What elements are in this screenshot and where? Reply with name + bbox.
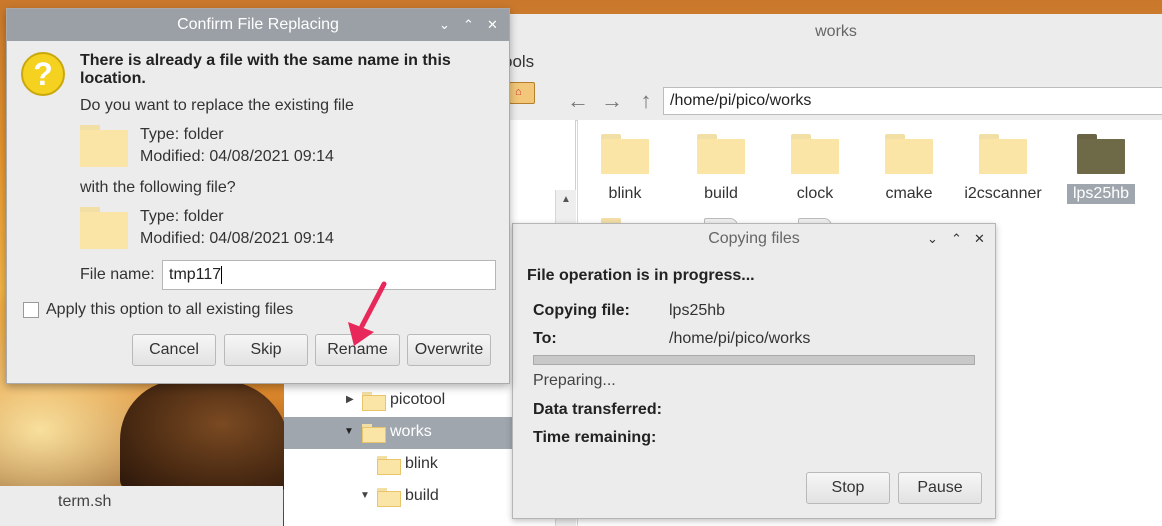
folder-icon	[80, 125, 128, 167]
tree-item[interactable]: blink	[284, 449, 512, 481]
file-item-label: clock	[796, 185, 834, 202]
minimize-icon[interactable]: ⌄	[927, 224, 938, 254]
data-transferred-label: Data transferred:	[533, 401, 662, 418]
home-folder-button[interactable]: ⌂	[509, 82, 535, 104]
folder-icon	[697, 134, 745, 174]
existing-type: Type: folder	[140, 126, 224, 143]
existing-file-info: Type: folder Modified: 04/08/2021 09:14	[140, 124, 334, 168]
time-remaining-label: Time remaining:	[533, 429, 657, 446]
tree-expander-icon[interactable]: ▼	[344, 426, 354, 437]
folder-icon	[362, 392, 386, 411]
folder-icon	[377, 456, 401, 475]
folder-tree: ▶ picotool ▼ works blink ▼ build	[284, 383, 512, 526]
scroll-up-icon[interactable]: ▲	[561, 194, 571, 205]
copy-status-text: File operation is in progress...	[527, 267, 755, 284]
file-item-label: lps25hb	[1066, 184, 1136, 204]
file-item-label: cmake	[885, 185, 933, 202]
folder-icon	[362, 424, 386, 443]
copy-to-label: To:	[533, 330, 557, 347]
confirm-headline: There is already a file with the same na…	[80, 52, 451, 87]
file-item[interactable]: build	[674, 128, 768, 204]
forward-arrow-icon: →	[601, 88, 623, 113]
tree-item-selected[interactable]: ▼ works	[284, 417, 512, 449]
tree-expander-icon[interactable]: ▼	[360, 490, 370, 501]
folder-icon	[80, 207, 128, 249]
tree-item-label: picotool	[390, 391, 446, 408]
annotation-arrow-icon	[348, 281, 387, 346]
tree-item-label: works	[390, 423, 432, 440]
back-button[interactable]: ←	[565, 88, 591, 114]
copy-to-value: /home/pi/pico/works	[669, 330, 811, 347]
file-item[interactable]: clock	[768, 128, 862, 204]
file-item-label: i2cscanner	[964, 185, 1042, 202]
folder-icon	[601, 134, 649, 174]
skip-button[interactable]: Skip	[224, 334, 308, 366]
back-arrow-icon: ←	[567, 88, 589, 113]
confirm-file-replacing-dialog: Confirm File Replacing ⌄ ⌃ ✕ ? There is …	[6, 8, 510, 384]
file-name-input[interactable]: tmp117	[162, 260, 496, 290]
text-caret	[221, 265, 223, 284]
cancel-button[interactable]: Cancel	[132, 334, 216, 366]
desktop-strip	[0, 486, 283, 526]
home-icon: ⌂	[515, 86, 522, 98]
copying-file-label: Copying file:	[533, 302, 630, 319]
file-manager-toolbar: ⌂ ← → ↑ /home/pi/pico/works	[509, 82, 1162, 121]
folder-icon	[1077, 134, 1125, 174]
desktop-file-label[interactable]: term.sh	[58, 493, 111, 511]
copy-preparing-text: Preparing...	[533, 372, 616, 389]
close-icon[interactable]: ✕	[487, 9, 498, 41]
new-file-info: Type: folder Modified: 04/08/2021 09:14	[140, 206, 334, 250]
folder-icon	[885, 134, 933, 174]
folder-icon	[377, 488, 401, 507]
tree-expander-icon[interactable]: ▶	[346, 394, 354, 405]
copy-progress-bar	[533, 355, 975, 365]
file-item-selected[interactable]: lps25hb	[1054, 128, 1148, 204]
file-name-label: File name:	[80, 266, 155, 283]
question-icon: ?	[21, 52, 65, 96]
maximize-icon[interactable]: ⌃	[463, 9, 474, 41]
copying-file-value: lps25hb	[669, 302, 726, 319]
up-button[interactable]: ↑	[633, 88, 659, 114]
stop-button[interactable]: Stop	[806, 472, 890, 504]
up-arrow-icon: ↑	[640, 88, 652, 113]
close-icon[interactable]: ✕	[974, 224, 985, 254]
file-item-label: blink	[608, 185, 642, 202]
forward-button[interactable]: →	[599, 88, 625, 114]
apply-all-checkbox[interactable]	[23, 302, 39, 318]
address-bar[interactable]: /home/pi/pico/works	[663, 87, 1162, 115]
with-question: with the following file?	[80, 179, 236, 196]
file-item-label: build	[704, 185, 738, 202]
minimize-icon[interactable]: ⌄	[439, 9, 450, 41]
tree-item[interactable]: ▼ build	[284, 481, 512, 513]
file-manager-title: works	[509, 14, 1162, 50]
pause-button[interactable]: Pause	[898, 472, 982, 504]
copy-dialog-title: Copying files	[708, 230, 800, 247]
tree-item[interactable]: ▶ picotool	[284, 385, 512, 417]
confirm-dialog-title: Confirm File Replacing	[7, 9, 509, 41]
file-item[interactable]: cmake	[862, 128, 956, 204]
file-manager-menubar: ools	[503, 50, 1162, 82]
folder-icon	[791, 134, 839, 174]
tree-item-label: blink	[405, 455, 438, 472]
maximize-icon[interactable]: ⌃	[951, 224, 962, 254]
file-item[interactable]: blink	[578, 128, 672, 204]
tree-item-label: build	[405, 487, 439, 504]
overwrite-button[interactable]: Overwrite	[407, 334, 491, 366]
apply-all-label[interactable]: Apply this option to all existing files	[46, 301, 293, 319]
replace-question: Do you want to replace the existing file	[80, 97, 354, 114]
new-type: Type: folder	[140, 208, 224, 225]
new-modified: Modified: 04/08/2021 09:14	[140, 230, 334, 247]
file-name-value: tmp117	[169, 266, 222, 283]
folder-icon	[979, 134, 1027, 174]
copying-files-dialog: Copying files ⌄ ⌃ ✕ File operation is in…	[512, 223, 996, 519]
existing-modified: Modified: 04/08/2021 09:14	[140, 148, 334, 165]
wallpaper-rock	[120, 380, 290, 490]
file-item[interactable]: i2cscanner	[956, 128, 1050, 204]
